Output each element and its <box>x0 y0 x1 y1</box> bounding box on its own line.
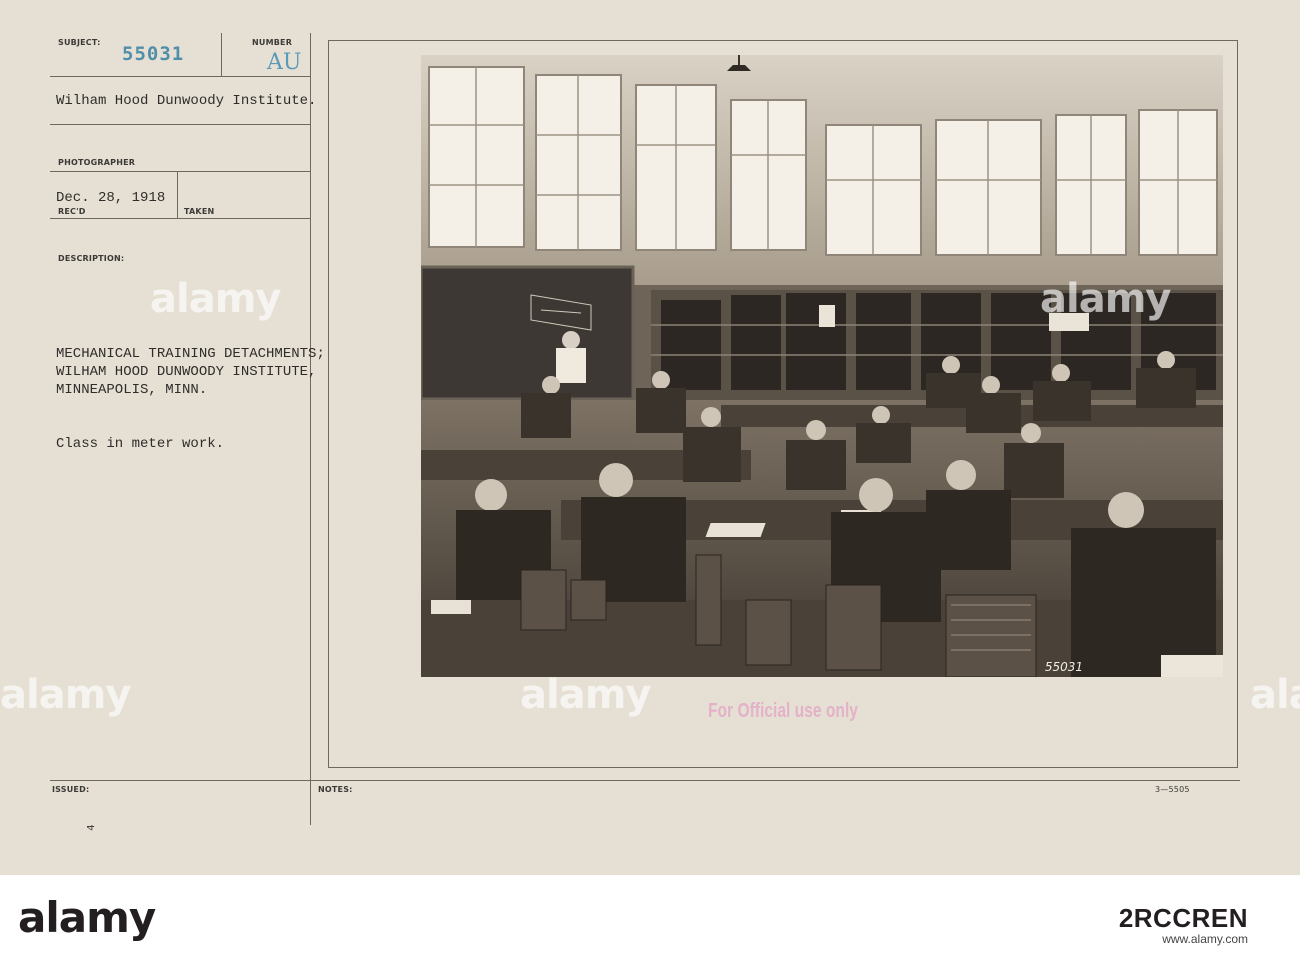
description-line-1: MECHANICAL TRAINING DETACHMENTS; <box>56 346 325 362</box>
subject-label: SUBJECT: <box>58 38 101 47</box>
description-line-2: WILHAM HOOD DUNWOODY INSTITUTE, <box>56 364 317 380</box>
stock-banner: alamy 2RCCREN www.alamy.com <box>0 875 1300 965</box>
caption-text: Class in meter work. <box>56 436 225 452</box>
issued-label: ISSUED: <box>52 785 90 794</box>
record-card: SUBJECT: NUMBER PHOTOGRAPHER REC'D TAKEN… <box>0 0 1300 875</box>
date-received-value: Dec. 28, 1918 <box>56 190 166 206</box>
subject-number-divider <box>221 33 222 76</box>
photographer-value: Wilham Hood Dunwoody Institute. <box>56 93 317 109</box>
left-column-divider <box>310 33 311 825</box>
recd-label: REC'D <box>58 207 86 216</box>
date-overline <box>50 171 310 172</box>
watermark-left-middle: alamy <box>0 672 131 718</box>
corner-mark: 4 <box>85 824 97 831</box>
photo-frame-top <box>328 40 1238 41</box>
description-text: MECHANICAL TRAINING DETACHMENTS; WILHAM … <box>56 345 325 399</box>
recd-taken-divider <box>177 171 178 218</box>
notes-label: NOTES: <box>318 785 353 794</box>
number-label: NUMBER <box>252 38 293 47</box>
number-code-stamp: AU <box>267 50 302 75</box>
image-id: 2RCCREN <box>1118 903 1248 933</box>
official-use-stamp: For Official use only <box>708 700 858 722</box>
form-number: 3—5505 <box>1155 785 1190 794</box>
taken-label: TAKEN <box>184 207 215 216</box>
watermark-right-middle: alamy <box>1250 672 1300 718</box>
subject-underline <box>50 76 310 77</box>
photographer-label: PHOTOGRAPHER <box>58 158 136 167</box>
photo-frame-right <box>1237 40 1238 767</box>
watermark-photo-top: alamy <box>1040 276 1171 322</box>
alamy-logo: alamy <box>18 893 156 942</box>
description-label: DESCRIPTION: <box>58 254 125 263</box>
watermark-center-middle: alamy <box>520 672 651 718</box>
photographer-underline <box>50 124 310 125</box>
photo-frame-left <box>328 40 329 767</box>
description-line-3: MINNEAPOLIS, MINN. <box>56 382 208 398</box>
class-photograph-illustration <box>421 55 1223 677</box>
banner-url: www.alamy.com <box>1162 932 1248 946</box>
footer-rule <box>50 780 1240 781</box>
subject-number-stamp: 55031 <box>122 43 185 65</box>
date-underline <box>50 218 310 219</box>
class-photograph: 55031 <box>421 55 1223 677</box>
photo-frame-bottom <box>328 767 1238 768</box>
watermark-left-top: alamy <box>150 276 281 322</box>
photo-number: 55031 <box>1044 660 1083 674</box>
